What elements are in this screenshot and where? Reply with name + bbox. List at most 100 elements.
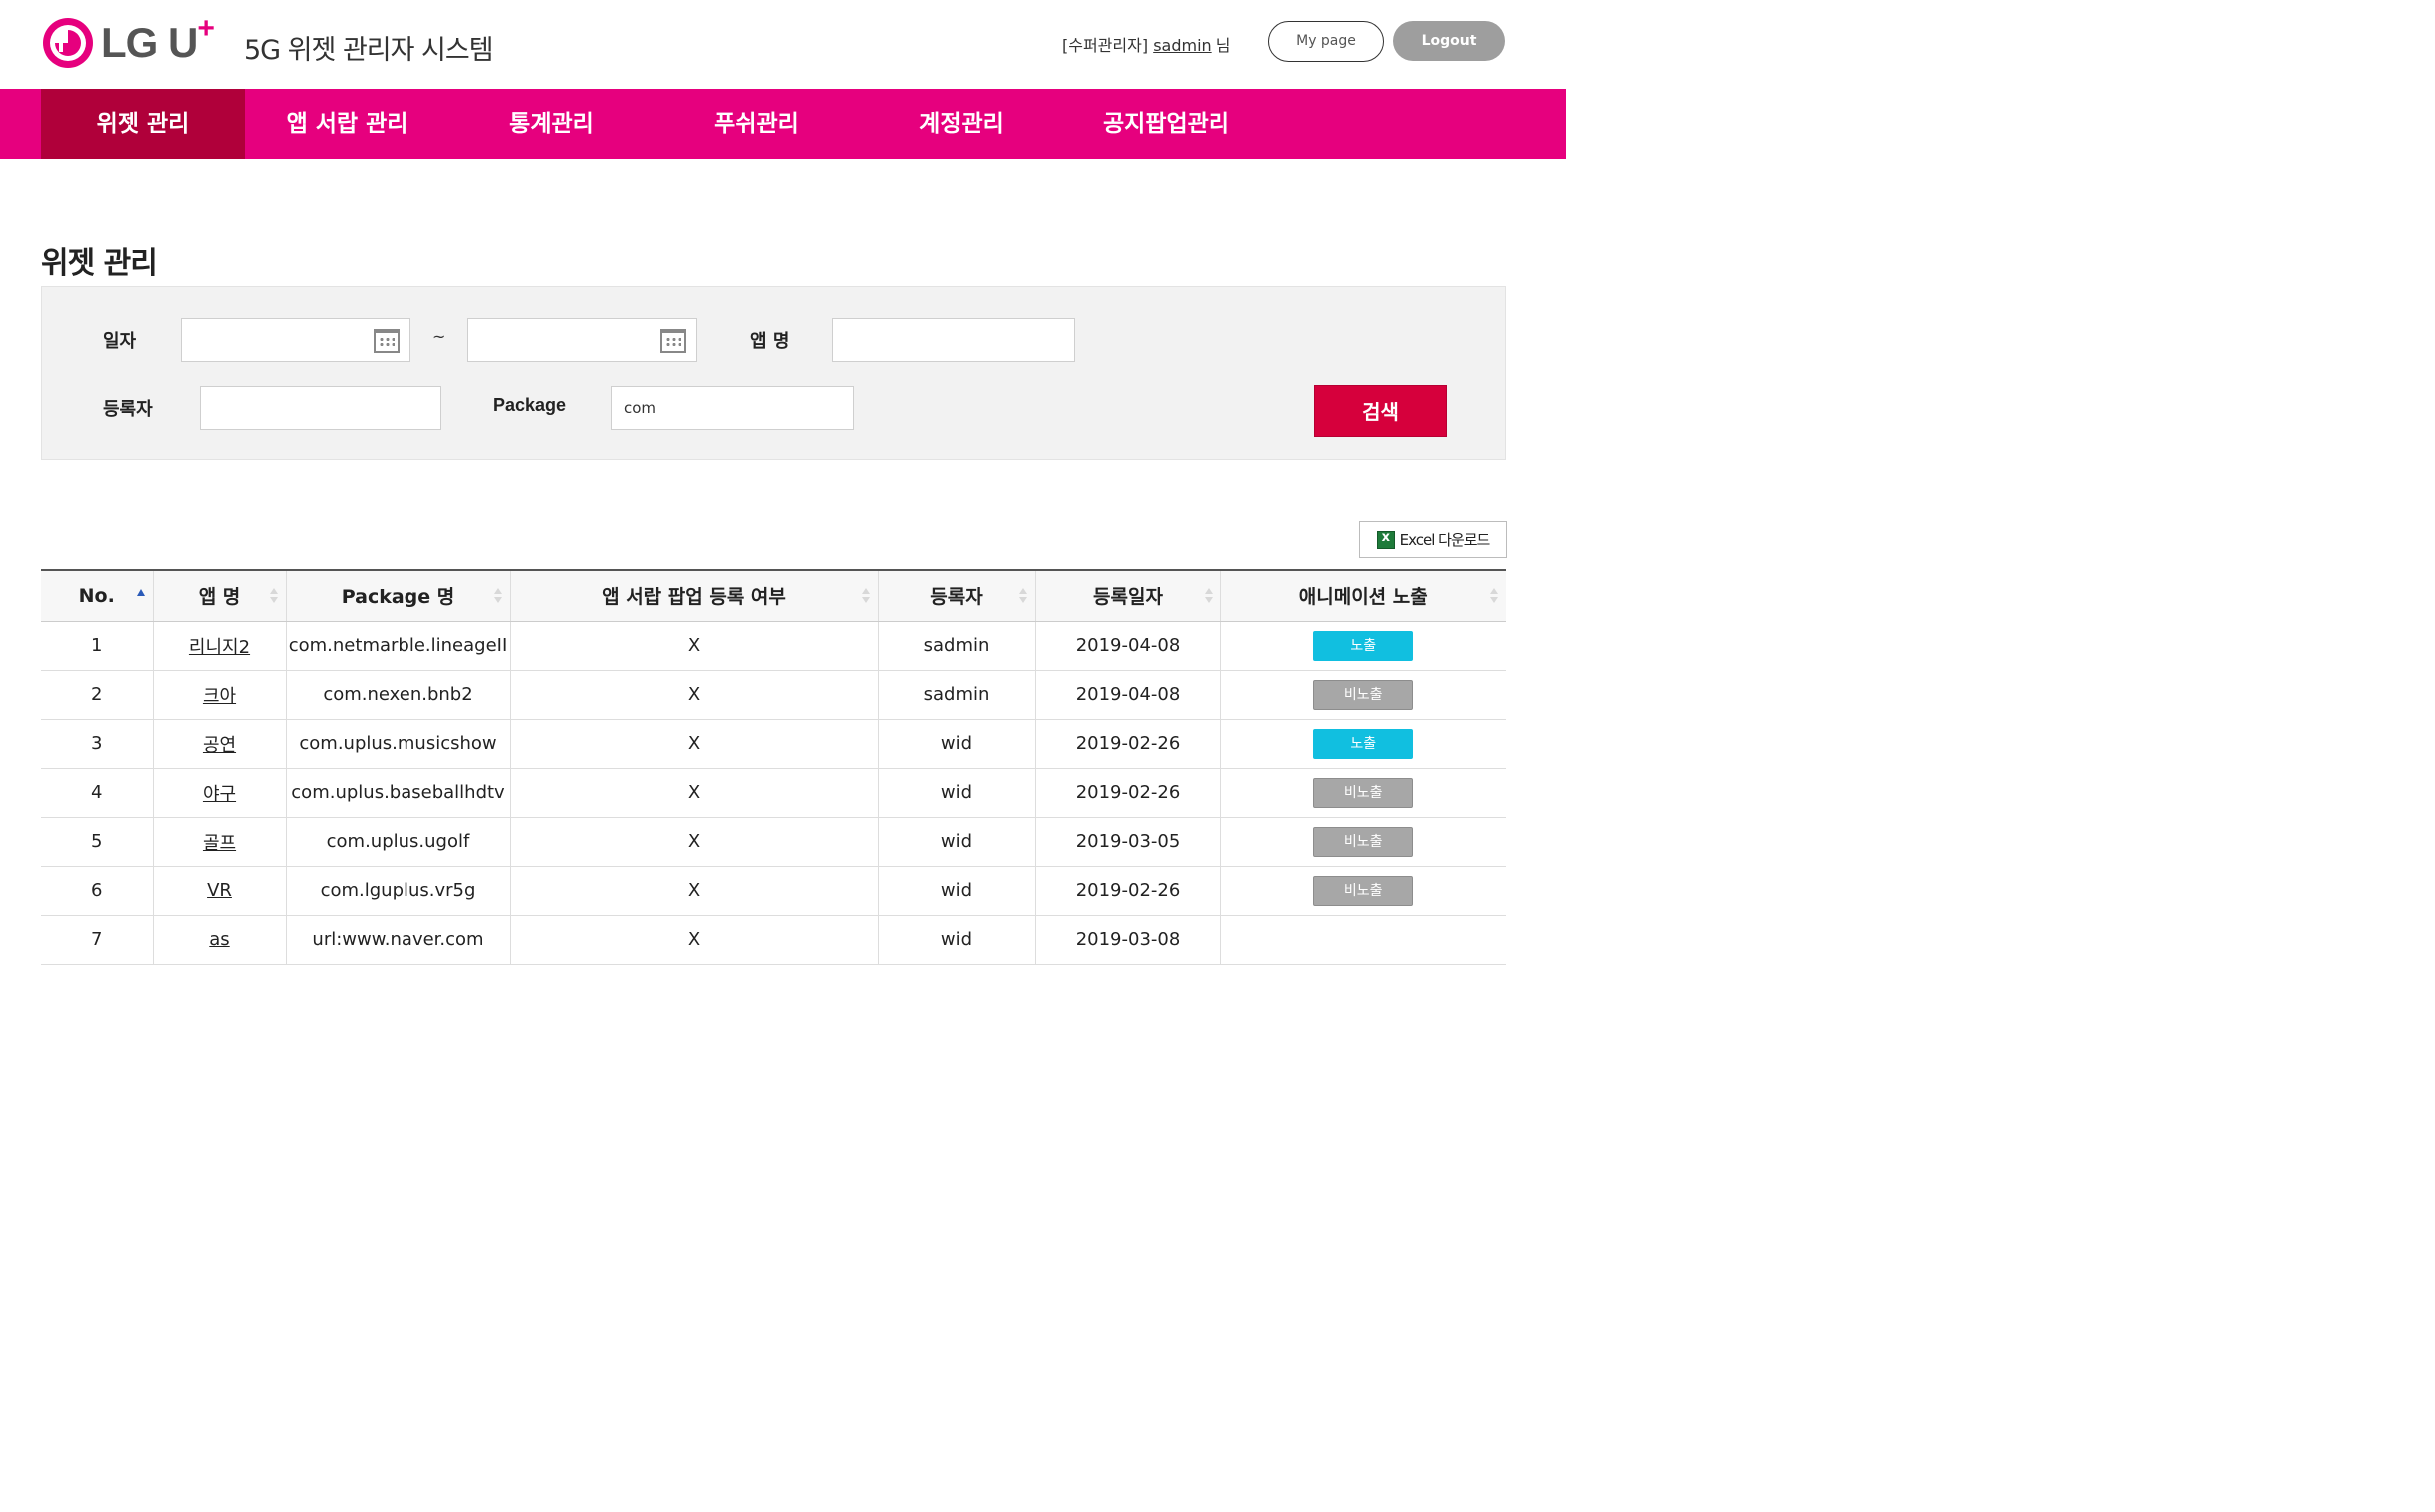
column-header-package[interactable]: Package 명 (285, 569, 510, 622)
table-row: 7 as url:www.naver.com X wid 2019-03-08 (41, 915, 1506, 965)
app-name-link[interactable]: VR (207, 880, 232, 901)
cell-app-name: as (152, 915, 286, 965)
lg-face-icon (43, 18, 93, 68)
logo-text: LG U (101, 19, 198, 66)
registrant-label: 등록자 (103, 399, 153, 420)
nav-item-account[interactable]: 계정관리 (859, 89, 1064, 159)
cell-date: 2019-02-26 (1034, 719, 1220, 769)
column-header-no[interactable]: No. (41, 569, 153, 622)
app-name-link[interactable]: as (209, 929, 229, 950)
cell-no: 6 (41, 866, 153, 916)
cell-drawer-popup: X (509, 621, 878, 671)
header: LG U + 5G 위젯 관리자 시스템 [수퍼관리자] sadmin 님 My… (0, 0, 1566, 89)
cell-package: com.netmarble.lineageII (285, 621, 510, 671)
user-suffix: 님 (1216, 36, 1231, 55)
sort-icon (1204, 588, 1213, 604)
user-role: [수퍼관리자] (1062, 36, 1149, 55)
column-header-label: 등록일자 (1093, 586, 1163, 609)
logo-plus: + (197, 12, 215, 45)
cell-date: 2019-03-08 (1034, 915, 1220, 965)
cell-package: com.uplus.musicshow (285, 719, 510, 769)
app-name-link[interactable]: 리니지2 (189, 637, 250, 658)
app-name-link[interactable]: 공연 (203, 735, 236, 756)
column-header-date[interactable]: 등록일자 (1034, 569, 1220, 622)
date-to-input[interactable] (467, 318, 697, 362)
user-name-link[interactable]: sadmin (1153, 36, 1211, 55)
cell-drawer-popup: X (509, 866, 878, 916)
app-name-link[interactable]: 골프 (203, 833, 236, 854)
animation-show-badge[interactable]: 노출 (1313, 630, 1414, 661)
calendar-icon[interactable] (374, 329, 400, 353)
app-name-link[interactable]: 크아 (203, 686, 236, 707)
cell-registrant: wid (877, 719, 1035, 769)
column-header-label: 애니메이션 노출 (1298, 586, 1428, 609)
cell-package: com.uplus.ugolf (285, 817, 510, 867)
cell-date: 2019-04-08 (1034, 621, 1220, 671)
nav-item-push[interactable]: 푸쉬관리 (654, 89, 859, 159)
cell-registrant: sadmin (877, 621, 1035, 671)
logout-button[interactable]: Logout (1393, 21, 1505, 61)
table-row: 4 야구 com.uplus.baseballhdtv X wid 2019-0… (41, 768, 1506, 818)
column-header-label: 등록자 (930, 586, 983, 609)
app-name-input[interactable] (832, 318, 1075, 362)
calendar-icon[interactable] (660, 329, 686, 353)
cell-no: 7 (41, 915, 153, 965)
package-label: Package (493, 395, 567, 415)
registrant-input[interactable] (200, 386, 441, 430)
table-row: 5 골프 com.uplus.ugolf X wid 2019-03-05 비노… (41, 817, 1506, 867)
package-input[interactable]: com (611, 386, 854, 430)
date-from-input[interactable] (181, 318, 410, 362)
cell-drawer-popup: X (509, 915, 878, 965)
app-name-label: 앱 명 (750, 331, 790, 352)
column-header-animation[interactable]: 애니메이션 노출 (1219, 569, 1506, 622)
sort-icon (1490, 588, 1498, 604)
cell-drawer-popup: X (509, 719, 878, 769)
table-header-row: No. 앱 명 Package 명 앱 서랍 팝업 등록 여부 등록자 등록일자… (41, 569, 1506, 622)
sort-icon (269, 588, 278, 604)
cell-drawer-popup: X (509, 817, 878, 867)
cell-app-name: VR (152, 866, 286, 916)
main-nav: 위젯 관리 앱 서랍 관리 통계관리 푸쉬관리 계정관리 공지팝업관리 (0, 89, 1566, 159)
nav-item-widget[interactable]: 위젯 관리 (41, 89, 245, 159)
cell-package: url:www.naver.com (285, 915, 510, 965)
column-header-registrant[interactable]: 등록자 (877, 569, 1035, 622)
animation-show-badge[interactable]: 노출 (1313, 728, 1414, 759)
sort-icon (1018, 588, 1027, 604)
column-header-label: 앱 서랍 팝업 등록 여부 (602, 586, 786, 609)
cell-animation: 비노출 (1219, 670, 1506, 720)
app-name-link[interactable]: 야구 (203, 784, 236, 805)
table-row: 6 VR com.lguplus.vr5g X wid 2019-02-26 비… (41, 866, 1506, 916)
system-title: 5G 위젯 관리자 시스템 (244, 35, 494, 66)
nav-item-statistics[interactable]: 통계관리 (449, 89, 654, 159)
date-label: 일자 (103, 331, 137, 352)
lg-uplus-logo[interactable]: LG U + (43, 12, 215, 68)
column-header-app-name[interactable]: 앱 명 (152, 569, 286, 622)
cell-app-name: 공연 (152, 719, 286, 769)
cell-registrant: wid (877, 768, 1035, 818)
cell-no: 2 (41, 670, 153, 720)
date-separator: ~ (432, 327, 446, 346)
cell-app-name: 리니지2 (152, 621, 286, 671)
animation-hide-badge[interactable]: 비노출 (1313, 875, 1414, 906)
animation-hide-badge[interactable]: 비노출 (1313, 777, 1414, 808)
mypage-button[interactable]: My page (1268, 21, 1384, 62)
column-header-label: 앱 명 (198, 586, 241, 609)
cell-animation: 노출 (1219, 719, 1506, 769)
widget-table: No. 앱 명 Package 명 앱 서랍 팝업 등록 여부 등록자 등록일자… (41, 569, 1506, 965)
cell-registrant: wid (877, 915, 1035, 965)
animation-hide-badge[interactable]: 비노출 (1313, 679, 1414, 710)
cell-date: 2019-03-05 (1034, 817, 1220, 867)
column-header-drawer-popup[interactable]: 앱 서랍 팝업 등록 여부 (509, 569, 878, 622)
animation-hide-badge[interactable]: 비노출 (1313, 826, 1414, 857)
cell-package: com.uplus.baseballhdtv (285, 768, 510, 818)
cell-package: com.lguplus.vr5g (285, 866, 510, 916)
table-row: 2 크아 com.nexen.bnb2 X sadmin 2019-04-08 … (41, 670, 1506, 720)
cell-registrant: wid (877, 866, 1035, 916)
nav-item-notice-popup[interactable]: 공지팝업관리 (1064, 89, 1268, 159)
search-button[interactable]: 검색 (1314, 385, 1447, 437)
table-row: 3 공연 com.uplus.musicshow X wid 2019-02-2… (41, 719, 1506, 769)
cell-drawer-popup: X (509, 768, 878, 818)
excel-download-button[interactable]: Excel 다운로드 (1359, 521, 1507, 558)
nav-item-app-drawer[interactable]: 앱 서랍 관리 (245, 89, 449, 159)
cell-package: com.nexen.bnb2 (285, 670, 510, 720)
